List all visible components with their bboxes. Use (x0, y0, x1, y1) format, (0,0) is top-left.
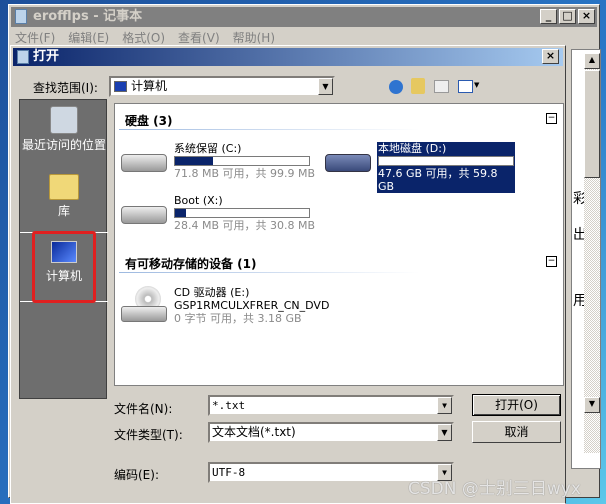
drive-name: Boot (X:) (174, 194, 223, 207)
places-bar: 最近访问的位置 库 计算机 (19, 99, 108, 399)
back-icon[interactable] (389, 80, 403, 94)
dialog-close-button[interactable]: × (542, 49, 559, 64)
file-list-view[interactable]: 硬盘 (3) − 系统保留 (C:) 71.8 MB 可用，共 99.9 MB … (114, 103, 564, 386)
drive-name: CD 驱动器 (E:) (174, 286, 250, 299)
collapse-icon[interactable]: − (546, 113, 557, 124)
drive-space: 28.4 MB 可用，共 30.8 MB (174, 219, 316, 232)
drive-usage-bar (174, 208, 310, 218)
close-button[interactable]: × (578, 9, 595, 24)
maximize-button[interactable]: □ (559, 9, 576, 24)
filename-value: *.txt (212, 399, 246, 412)
dialog-title-bar: 打开 × (13, 48, 563, 66)
hard-drive-icon (325, 154, 371, 172)
recent-places-icon (50, 106, 78, 134)
drive-space: 71.8 MB 可用，共 99.9 MB (174, 167, 316, 180)
encoding-label: 编码(E): (114, 468, 159, 482)
drive-c[interactable]: 系统保留 (C:) 71.8 MB 可用，共 99.9 MB (121, 142, 321, 180)
encoding-value: UTF-8 (212, 466, 246, 479)
filename-label: 文件名(N): (114, 402, 173, 416)
menu-help[interactable]: 帮助(H) (233, 31, 275, 45)
chevron-down-icon[interactable]: ▼ (437, 424, 452, 441)
view-menu-icon[interactable] (458, 80, 473, 93)
volume-label: GSP1RMCULXFRER_CN_DVD (174, 299, 330, 312)
menu-format[interactable]: 格式(O) (122, 31, 165, 45)
highlight-box (32, 231, 96, 303)
open-button[interactable]: 打开(O) (472, 394, 561, 416)
group-header-hard-disks: 硬盘 (3) (125, 114, 173, 128)
scroll-up-button[interactable]: ▲ (584, 53, 600, 69)
up-folder-icon[interactable] (411, 78, 425, 94)
cd-drive-icon (121, 306, 167, 322)
hard-drive-icon (121, 154, 167, 172)
filetype-value: 文本文档(*.txt) (212, 425, 296, 439)
dialog-title: 打开 (33, 49, 60, 64)
look-in-value: 计算机 (131, 79, 168, 93)
new-folder-icon[interactable] (434, 80, 449, 93)
place-label: 库 (57, 204, 70, 218)
vertical-scrollbar[interactable]: ▲ ▼ (584, 53, 600, 453)
drive-d[interactable]: 本地磁盘 (D:) 47.6 GB 可用，共 59.8 GB (323, 142, 523, 193)
notepad-title: erofflps - 记事本 (33, 9, 143, 24)
place-library[interactable]: 库 (20, 174, 108, 218)
watermark: CSDN @士别三日wyx (408, 479, 581, 499)
library-icon (49, 174, 79, 200)
group-header-removable: 有可移动存储的设备 (1) (125, 257, 257, 271)
filetype-select[interactable]: 文本文档(*.txt) ▼ (208, 422, 454, 443)
drive-e[interactable]: CD 驱动器 (E:) GSP1RMCULXFRER_CN_DVD 0 字节 可… (121, 286, 341, 325)
place-recent[interactable]: 最近访问的位置 (20, 106, 108, 152)
open-dialog: 打开 × 查找范围(I): 计算机 ▼ ▼ 最近访问的位置 库 计算机 硬盘 (… (10, 45, 566, 504)
filetype-label: 文件类型(T): (114, 428, 183, 442)
group-divider (119, 272, 419, 273)
drive-usage-bar (174, 156, 310, 166)
look-in-label: 查找范围(I): (33, 81, 98, 95)
computer-icon (114, 81, 127, 92)
scroll-down-button[interactable]: ▼ (584, 397, 600, 413)
menu-file[interactable]: 文件(F) (15, 31, 55, 45)
drive-name: 系统保留 (C:) (174, 142, 242, 155)
drive-name: 本地磁盘 (D:) (378, 142, 447, 155)
notepad-icon (17, 50, 29, 64)
filename-input[interactable]: *.txt ▼ (208, 395, 454, 416)
collapse-icon[interactable]: − (546, 256, 557, 267)
menu-edit[interactable]: 编辑(E) (68, 31, 109, 45)
drive-x[interactable]: Boot (X:) 28.4 MB 可用，共 30.8 MB (121, 194, 321, 232)
drive-usage-bar (378, 156, 514, 166)
place-label: 最近访问的位置 (21, 138, 106, 152)
look-in-combo[interactable]: 计算机 ▼ (109, 76, 335, 97)
menu-view[interactable]: 查看(V) (178, 31, 220, 45)
drive-space: 0 字节 可用，共 3.18 GB (174, 312, 302, 325)
notepad-icon (15, 9, 27, 24)
chevron-down-icon[interactable]: ▼ (437, 397, 452, 414)
view-menu-chevron-icon[interactable]: ▼ (474, 81, 479, 89)
scroll-thumb[interactable] (584, 70, 600, 178)
notepad-title-bar: erofflps - 记事本 _ □ × (11, 7, 597, 27)
group-divider (119, 129, 419, 130)
cancel-button[interactable]: 取消 (472, 421, 561, 443)
hard-drive-icon (121, 206, 167, 224)
drive-space: 47.6 GB 可用，共 59.8 GB (378, 167, 498, 193)
chevron-down-icon[interactable]: ▼ (318, 78, 333, 95)
minimize-button[interactable]: _ (540, 9, 557, 24)
